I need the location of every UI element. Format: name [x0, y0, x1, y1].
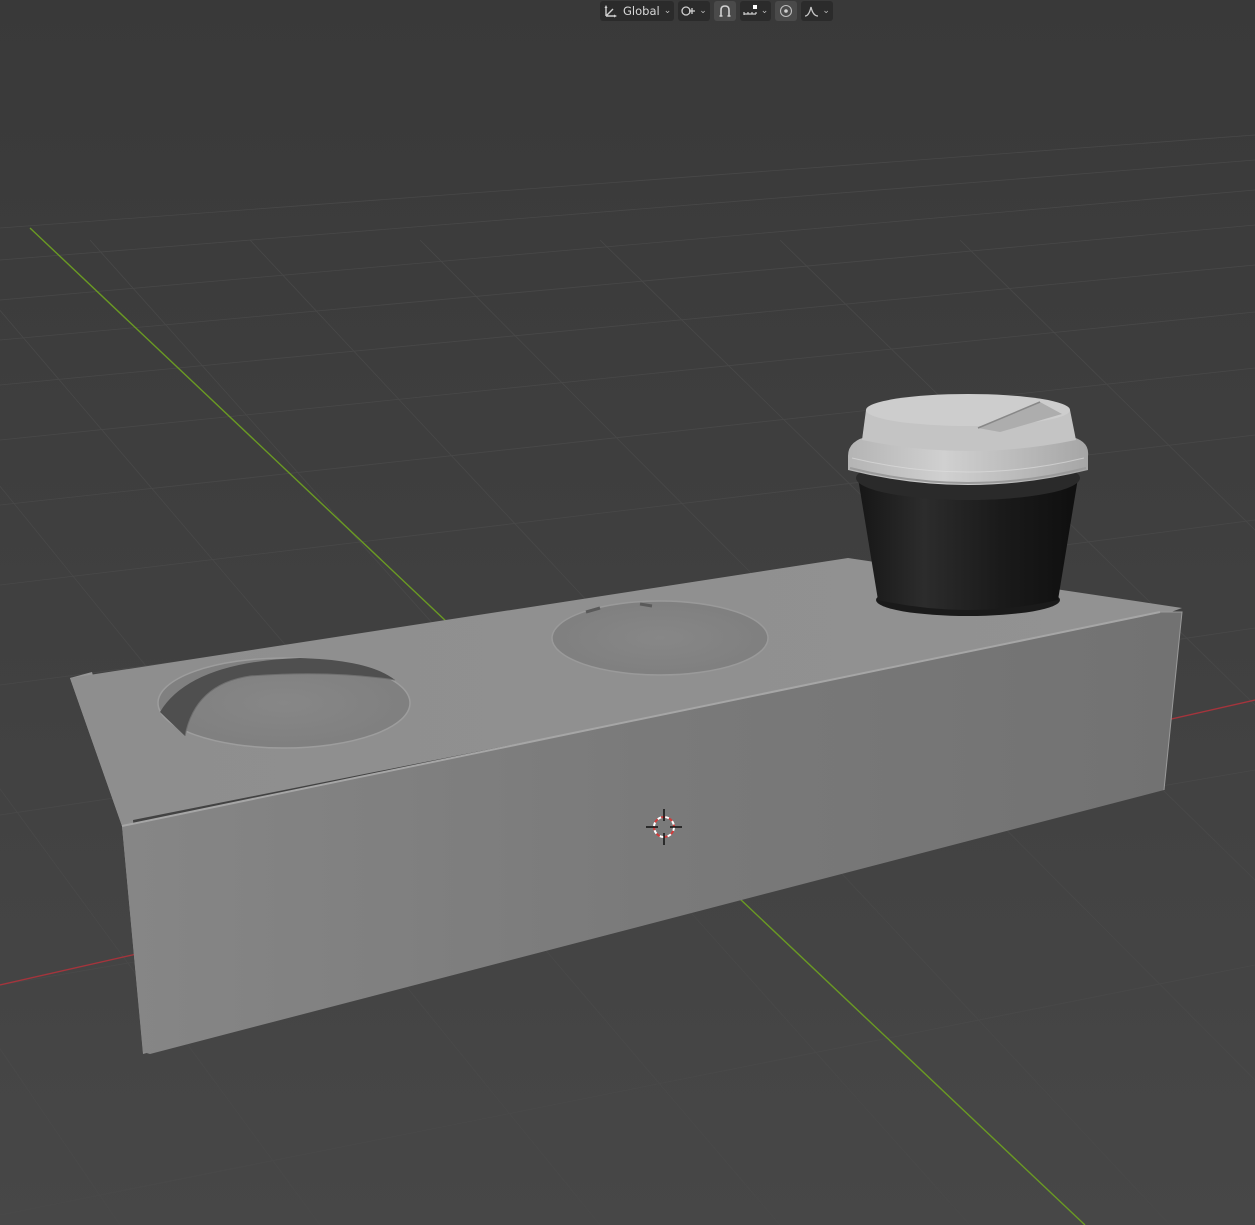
snap-magnet-icon — [717, 3, 733, 19]
falloff-curve-icon — [804, 3, 820, 19]
coffee-cup-mesh[interactable] — [848, 394, 1089, 616]
proportional-editing-icon — [778, 3, 794, 19]
chevron-down-icon: ⌄ — [663, 6, 672, 16]
pivot-point-dropdown[interactable]: ⌄ — [678, 1, 710, 21]
snap-increment-icon — [743, 3, 759, 19]
pivot-point-icon — [681, 3, 697, 19]
cup-hole-middle — [551, 600, 769, 676]
falloff-dropdown[interactable]: ⌄ — [801, 1, 833, 21]
chevron-down-icon: ⌄ — [699, 6, 707, 16]
transform-orientation-dropdown[interactable]: Global ⌄ — [600, 1, 675, 21]
chevron-down-icon: ⌄ — [760, 6, 769, 16]
transform-orientation-icon — [603, 3, 619, 19]
viewport-header-toolbar: Global ⌄ ⌄ ⌄ ⌄ — [600, 0, 833, 22]
3d-viewport[interactable] — [0, 0, 1255, 1225]
snap-toggle[interactable] — [713, 1, 736, 21]
chevron-down-icon: ⌄ — [822, 6, 830, 16]
snap-target-dropdown[interactable]: ⌄ — [739, 1, 772, 21]
proportional-editing-toggle[interactable] — [775, 1, 798, 21]
orientation-label: Global — [623, 4, 660, 18]
